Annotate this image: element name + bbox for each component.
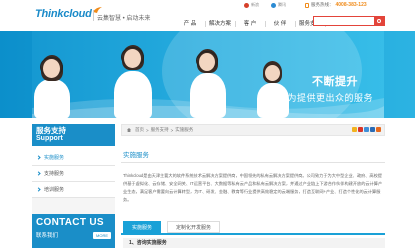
share-buttons — [352, 127, 381, 132]
title-divider — [121, 162, 385, 163]
banner-subtitle: 只为提供更出众的服务 — [278, 93, 374, 103]
chevron-right-icon — [36, 171, 41, 176]
operator-photo-4 — [257, 61, 289, 118]
service-tabs: 实施服务 定制化开发服务 — [123, 221, 221, 233]
chevron-right-icon — [36, 187, 41, 192]
share-more-icon[interactable] — [376, 127, 381, 132]
share-qzone-icon[interactable] — [352, 127, 357, 132]
intro-paragraph: Thinkcloud是由天津主要大的软件系统技术云解决方案提供商，中国领先的私有… — [123, 173, 383, 202]
breadcrumb-support[interactable]: 服务支持 — [151, 127, 169, 133]
sidebar-header: 服务支持 Support — [32, 124, 115, 146]
page-title: 实施服务 — [123, 152, 149, 159]
sidebar-item-label: 支持服务 — [44, 171, 65, 177]
logo-divider — [93, 10, 94, 21]
search-button[interactable] — [374, 17, 384, 25]
tab-underline — [121, 233, 385, 235]
contact-panel: CONTACT US 联系我们 MORE — [32, 214, 115, 248]
site-header: Thinkcloud 云集智慧 • 启动未来 新浪 腾讯 服务热线： 4008-… — [0, 0, 415, 31]
brand-slogan: 云集智慧 • 启动未来 — [97, 16, 151, 22]
nav-customers[interactable]: 客 户 — [235, 18, 265, 30]
sidebar-item-label: 培训服务 — [44, 187, 65, 193]
sidebar-title: 服务支持 — [36, 126, 66, 135]
hotline: 服务热线： 4008-383-123 — [305, 2, 367, 8]
operator-photo-2 — [114, 45, 152, 118]
social-links: 新浪 腾讯 — [244, 2, 286, 8]
phone-icon — [305, 2, 309, 8]
sidebar-item-training[interactable]: 培训服务 — [32, 182, 115, 198]
qq-icon — [271, 2, 276, 8]
search-box — [313, 16, 385, 26]
hero-banner: 不断提升 只为提供更出众的服务 — [0, 31, 415, 118]
qq-label: 腾讯 — [278, 2, 286, 7]
contact-label: 联系我们 — [36, 233, 59, 239]
operator-photo-3 — [190, 49, 226, 118]
contact-title: CONTACT US — [36, 217, 104, 228]
sidebar-item-label: 实施服务 — [44, 155, 65, 161]
search-icon — [377, 19, 381, 23]
weibo-label: 新浪 — [251, 2, 259, 7]
breadcrumb-home[interactable]: 首页 — [135, 127, 144, 133]
sidebar-menu: 实施服务 支持服务 培训服务 — [32, 146, 115, 198]
sidebar: 服务支持 Support 实施服务 支持服务 培训服务 CONTACT US 联… — [32, 124, 115, 248]
qq-link[interactable]: 腾讯 — [271, 2, 286, 8]
share-weibo-icon[interactable] — [358, 127, 363, 132]
hotline-number: 4008-383-123 — [335, 2, 367, 8]
weibo-link[interactable]: 新浪 — [244, 2, 259, 8]
share-tencent-icon[interactable] — [364, 127, 369, 132]
nav-solutions[interactable]: 解决方案 — [205, 18, 235, 30]
tab-implementation[interactable]: 实施服务 — [123, 221, 162, 233]
sidebar-item-implementation[interactable]: 实施服务 — [32, 150, 115, 166]
main-content: 首页 > 服务支持 > 实施服务 实施服务 Thinkcloud是由天津主要大的… — [121, 124, 385, 248]
sidebar-title-en: Support — [36, 135, 63, 142]
breadcrumb-sep: > — [170, 127, 174, 133]
breadcrumb-sep: > — [146, 127, 149, 133]
banner-title: 不断提升 — [312, 76, 358, 88]
nav-partners[interactable]: 伙 伴 — [265, 18, 295, 30]
section-heading: 1、咨询实施服务 — [123, 238, 385, 248]
sidebar-item-support[interactable]: 支持服务 — [32, 166, 115, 182]
weibo-icon — [244, 2, 249, 8]
operator-photo-1 — [32, 51, 72, 118]
logo-text: Thinkcloud — [35, 8, 92, 20]
brand-logo[interactable]: Thinkcloud — [35, 7, 102, 24]
home-icon — [127, 128, 131, 132]
share-renren-icon[interactable] — [370, 127, 375, 132]
contact-more-button[interactable]: MORE — [93, 231, 111, 239]
nav-products[interactable]: 产 品 — [175, 18, 205, 30]
hotline-label: 服务热线： — [311, 2, 334, 7]
breadcrumb-current: 实施服务 — [175, 127, 194, 132]
tab-custom-development[interactable]: 定制化开发服务 — [167, 221, 221, 233]
breadcrumb: 首页 > 服务支持 > 实施服务 — [121, 124, 385, 136]
chevron-right-icon — [36, 155, 41, 160]
search-input[interactable] — [314, 17, 374, 25]
